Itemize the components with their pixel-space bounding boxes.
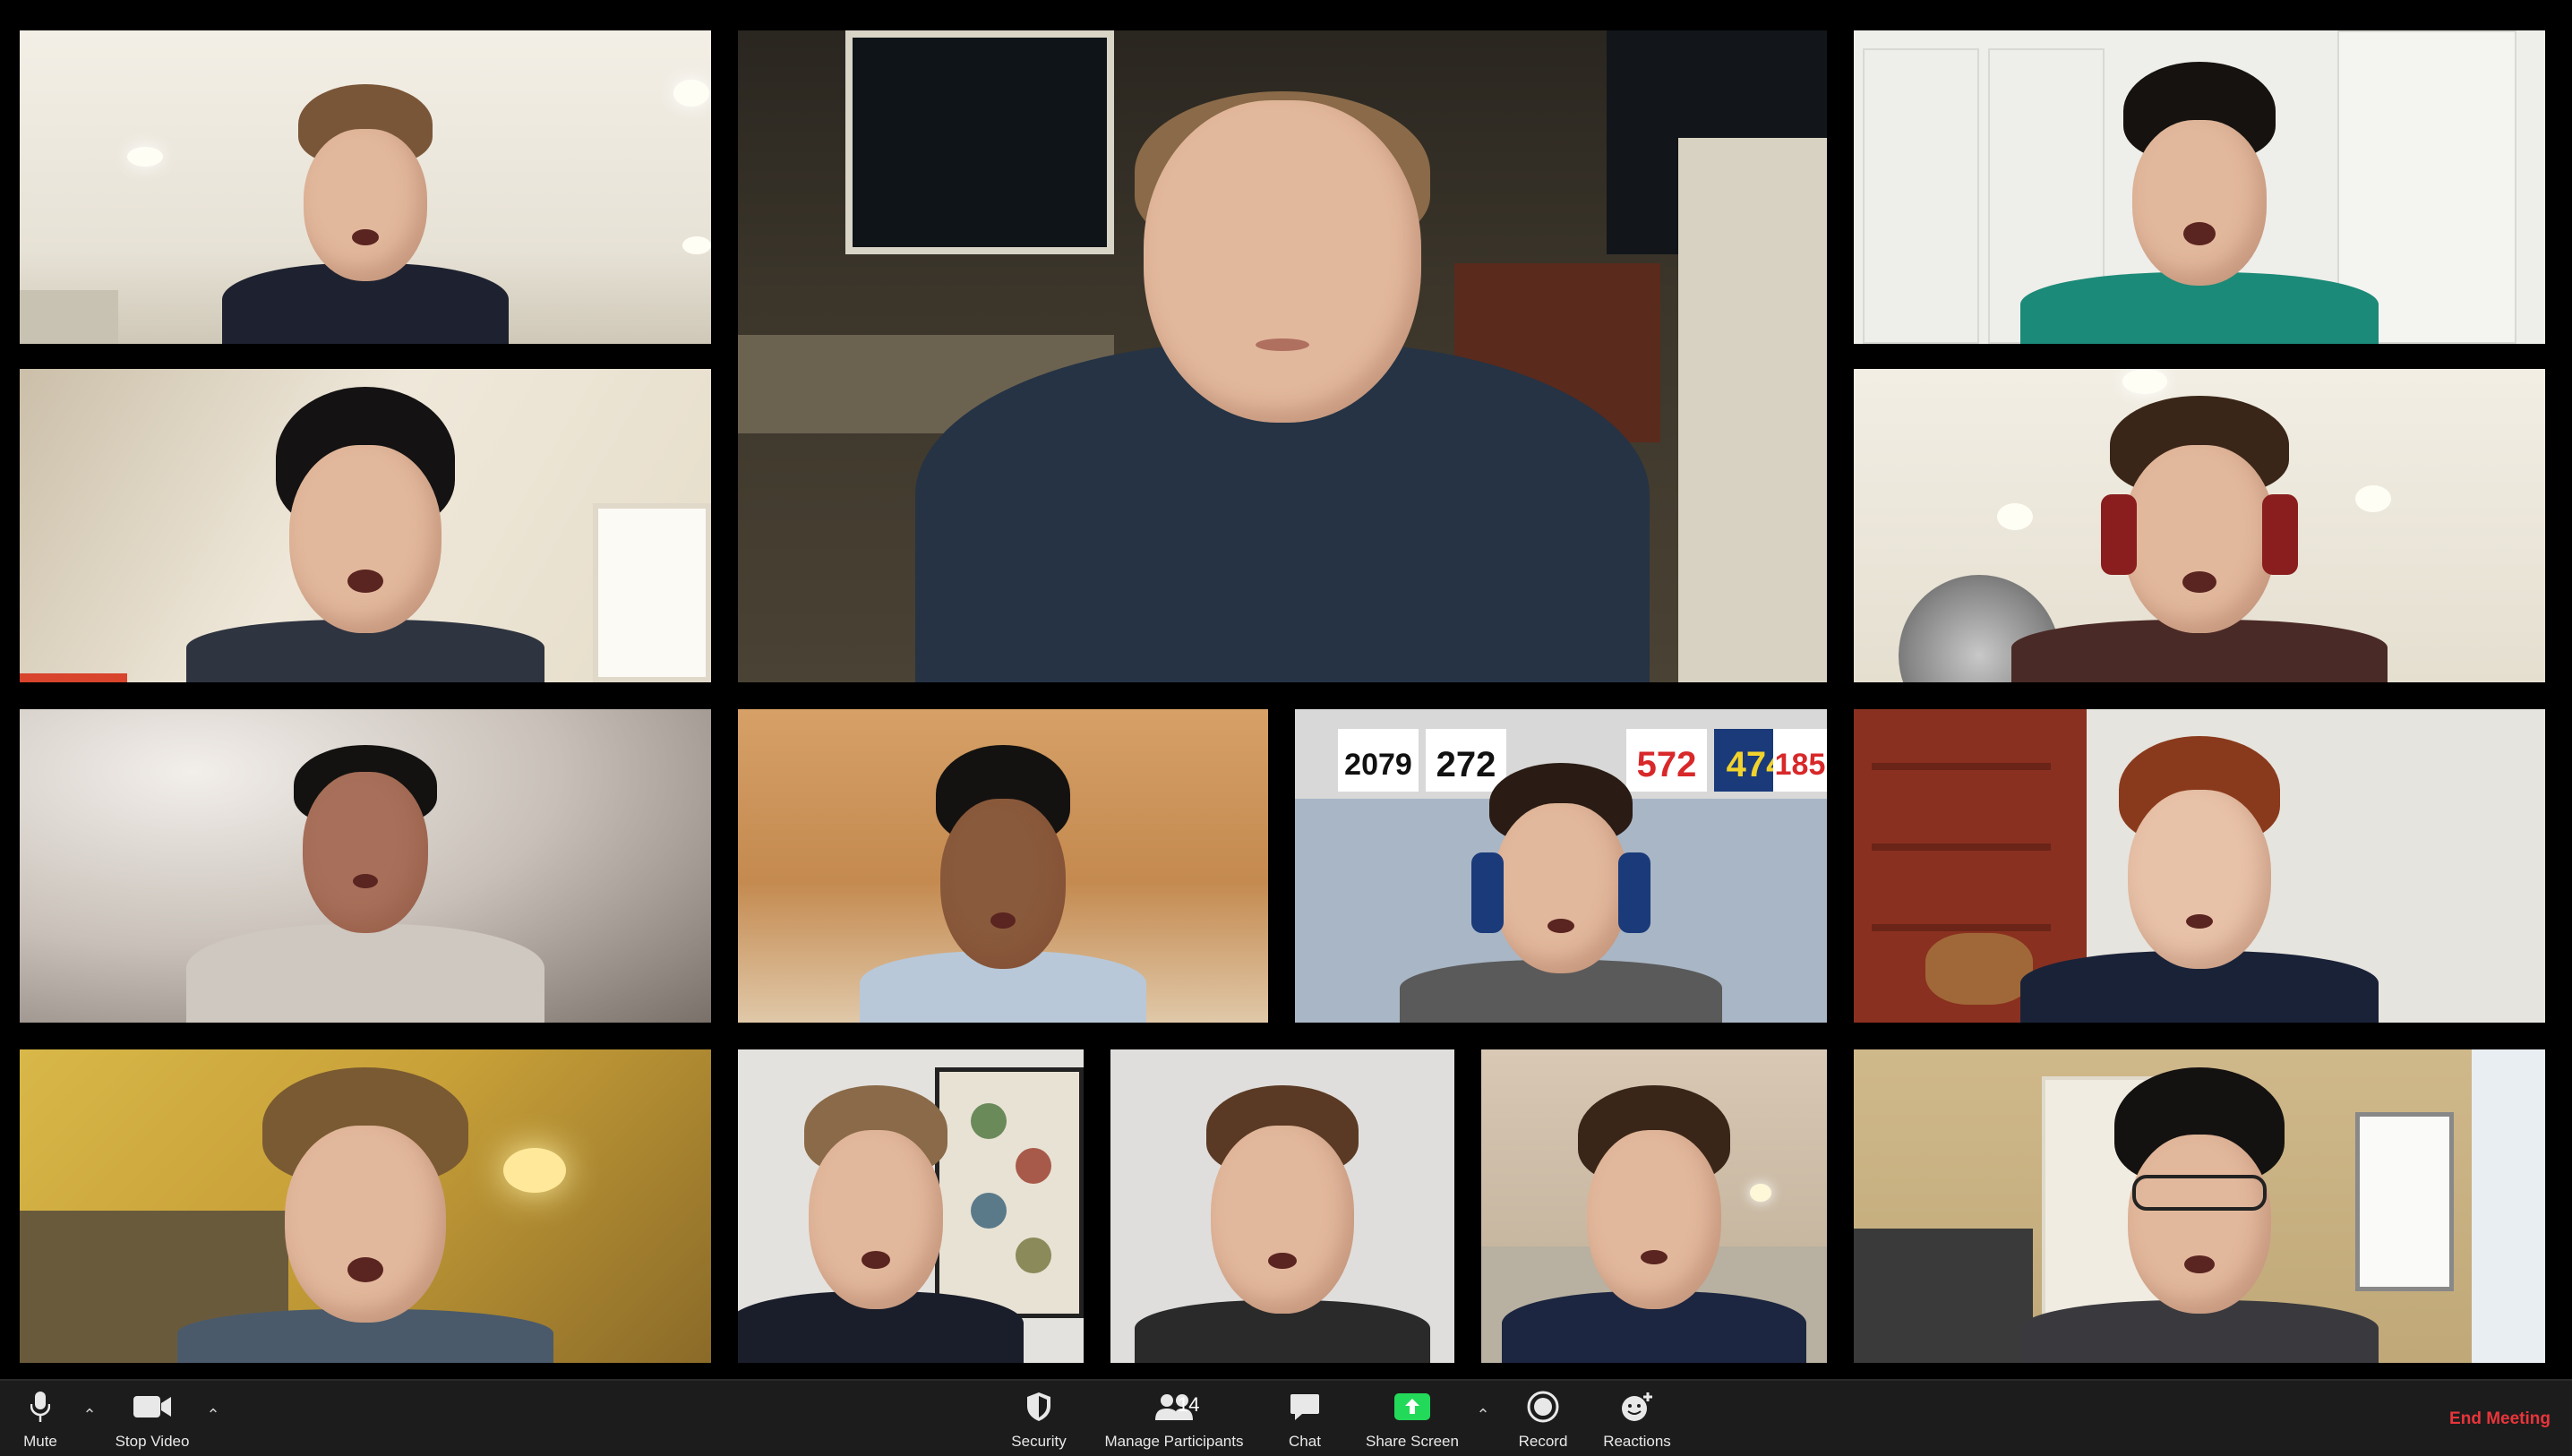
participant-video-tile[interactable] bbox=[20, 709, 711, 1023]
participant-video-tile[interactable] bbox=[20, 1049, 711, 1363]
microphone-icon bbox=[30, 1388, 50, 1426]
participant-person bbox=[1502, 1076, 1806, 1363]
headphones-icon bbox=[2101, 494, 2137, 575]
share-options-chevron-up-icon[interactable]: ⌃ bbox=[1472, 1406, 1494, 1427]
meeting-toolbar: Mute ⌃ Stop Video ⌃ Security 14 Manage P… bbox=[0, 1379, 2572, 1456]
participant-video-tile[interactable] bbox=[1854, 30, 2545, 344]
participant-video-tile[interactable] bbox=[1110, 1049, 1454, 1363]
participant-video-tile[interactable] bbox=[738, 1049, 1084, 1363]
mute-button[interactable]: Mute bbox=[9, 1381, 72, 1456]
glasses-icon bbox=[2132, 1175, 2267, 1211]
mute-label: Mute bbox=[23, 1433, 57, 1450]
manage-participants-button[interactable]: 14 Manage Participants bbox=[1098, 1381, 1250, 1456]
end-meeting-button[interactable]: End Meeting bbox=[2440, 1404, 2559, 1435]
security-label: Security bbox=[1011, 1433, 1067, 1450]
chat-button[interactable]: Chat bbox=[1273, 1381, 1336, 1456]
headphones-icon bbox=[1471, 852, 1504, 933]
participant-person bbox=[222, 75, 509, 344]
video-camera-icon bbox=[133, 1388, 172, 1426]
participant-video-tile[interactable] bbox=[1481, 1049, 1827, 1363]
reactions-button[interactable]: Reactions bbox=[1594, 1381, 1680, 1456]
race-bib: 185 bbox=[1773, 729, 1827, 792]
participant-video-tile[interactable] bbox=[20, 369, 711, 682]
participant-video-tile[interactable] bbox=[1854, 369, 2545, 682]
participant-video-tile[interactable] bbox=[1854, 1049, 2545, 1363]
participant-person bbox=[860, 736, 1146, 1023]
participant-person bbox=[2011, 387, 2388, 682]
participant-video-tile[interactable] bbox=[20, 30, 711, 344]
participant-video-tile[interactable] bbox=[1854, 709, 2545, 1023]
shield-icon bbox=[1025, 1388, 1052, 1426]
video-options-chevron-up-icon[interactable]: ⌃ bbox=[202, 1406, 224, 1427]
stop-video-label: Stop Video bbox=[115, 1433, 190, 1450]
participant-person bbox=[1135, 1076, 1430, 1363]
chat-bubble-icon bbox=[1290, 1388, 1320, 1426]
participant-person bbox=[186, 727, 544, 1023]
participant-person bbox=[186, 387, 544, 682]
participant-person bbox=[2020, 727, 2379, 1023]
participant-person bbox=[177, 1058, 553, 1363]
reactions-label: Reactions bbox=[1603, 1433, 1671, 1450]
chat-label: Chat bbox=[1289, 1433, 1321, 1450]
manage-participants-label: Manage Participants bbox=[1104, 1433, 1244, 1450]
participant-video-tile[interactable]: 2079 272 572 474 185 bbox=[1295, 709, 1827, 1023]
participant-video-tile[interactable] bbox=[738, 709, 1268, 1023]
participants-icon: 14 bbox=[1138, 1388, 1210, 1426]
participant-person bbox=[1400, 754, 1722, 1023]
share-screen-label: Share Screen bbox=[1366, 1433, 1459, 1450]
participant-person bbox=[738, 1076, 1025, 1363]
smiley-plus-icon bbox=[1620, 1388, 1654, 1426]
record-label: Record bbox=[1518, 1433, 1568, 1450]
participant-person bbox=[915, 56, 1650, 682]
share-screen-button[interactable]: Share Screen bbox=[1363, 1381, 1462, 1456]
participant-count: 14 bbox=[1178, 1393, 1200, 1416]
participant-person bbox=[2020, 1067, 2379, 1363]
security-button[interactable]: Security bbox=[1003, 1381, 1075, 1456]
active-speaker-video-tile[interactable] bbox=[738, 30, 1827, 682]
record-icon bbox=[1527, 1388, 1559, 1426]
stop-video-button[interactable]: Stop Video bbox=[107, 1381, 197, 1456]
video-gallery: 2079 272 572 474 185 bbox=[0, 0, 2572, 1379]
participant-person bbox=[2020, 57, 2379, 344]
record-button[interactable]: Record bbox=[1510, 1381, 1576, 1456]
share-screen-icon bbox=[1393, 1388, 1431, 1426]
audio-options-chevron-up-icon[interactable]: ⌃ bbox=[79, 1406, 100, 1427]
